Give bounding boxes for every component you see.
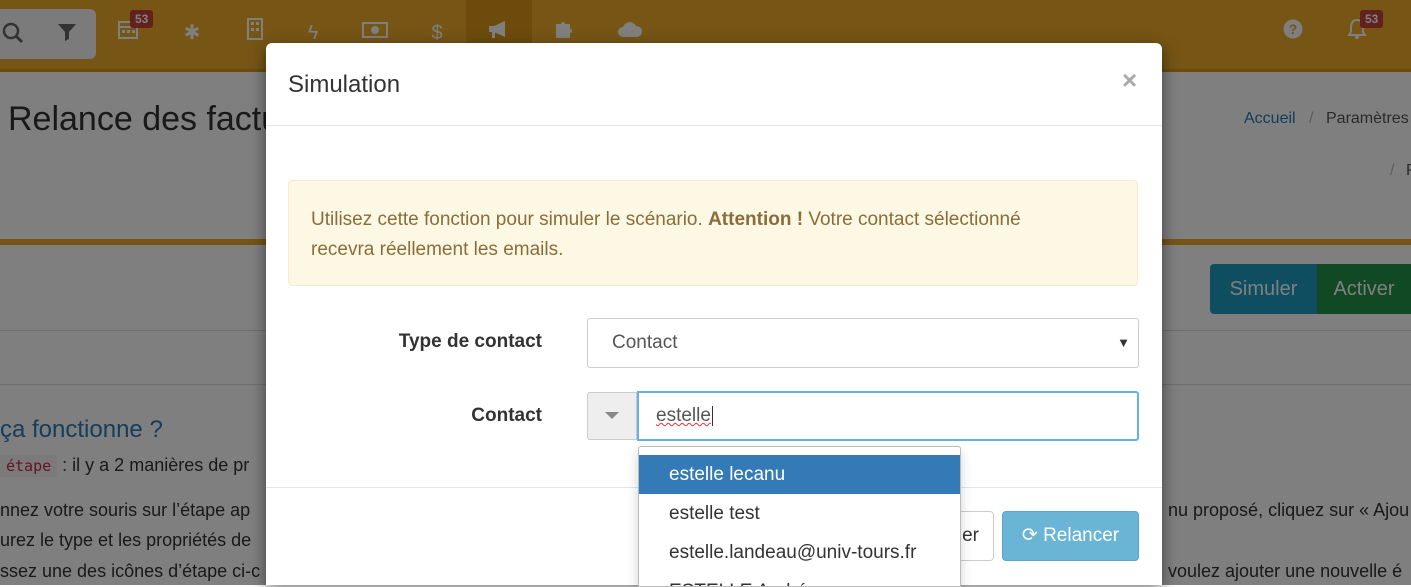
- modal-title: Simulation: [288, 71, 401, 98]
- autocomplete-item[interactable]: estelle lecanu: [639, 455, 960, 494]
- type-contact-select[interactable]: Contact ▼: [587, 318, 1139, 368]
- type-contact-value: Contact: [612, 332, 678, 353]
- alert-strong: Attention !: [708, 209, 804, 230]
- alert-intro: Utilisez cette fonction pour simuler le …: [311, 209, 703, 230]
- contact-input-value: estelle: [656, 405, 711, 426]
- contact-label: Contact: [471, 405, 542, 426]
- contact-dropdown-toggle[interactable]: [587, 392, 637, 440]
- autocomplete-item[interactable]: estelle.landeau@univ-tours.fr: [639, 533, 960, 572]
- relancer-label: Relancer: [1043, 525, 1120, 546]
- caret-down-icon: [605, 412, 619, 419]
- warning-alert: Utilisez cette fonction pour simuler le …: [288, 180, 1138, 286]
- chevron-down-icon: ▼: [1117, 335, 1130, 350]
- contact-input[interactable]: estelle: [637, 391, 1139, 441]
- alert-rest: Votre contact sélectionné: [808, 209, 1021, 230]
- refresh-icon: ⟳: [1021, 525, 1038, 546]
- modal-header-divider: [266, 125, 1162, 126]
- alert-line-2: recevra réellement les emails.: [311, 239, 564, 260]
- type-contact-label: Type de contact: [398, 331, 542, 352]
- relancer-button[interactable]: ⟳ Relancer: [1002, 511, 1139, 561]
- close-icon[interactable]: ×: [1122, 65, 1137, 96]
- autocomplete-item[interactable]: estelle test: [639, 494, 960, 533]
- contact-autocomplete-list: estelle lecanu estelle test estelle.land…: [638, 446, 961, 587]
